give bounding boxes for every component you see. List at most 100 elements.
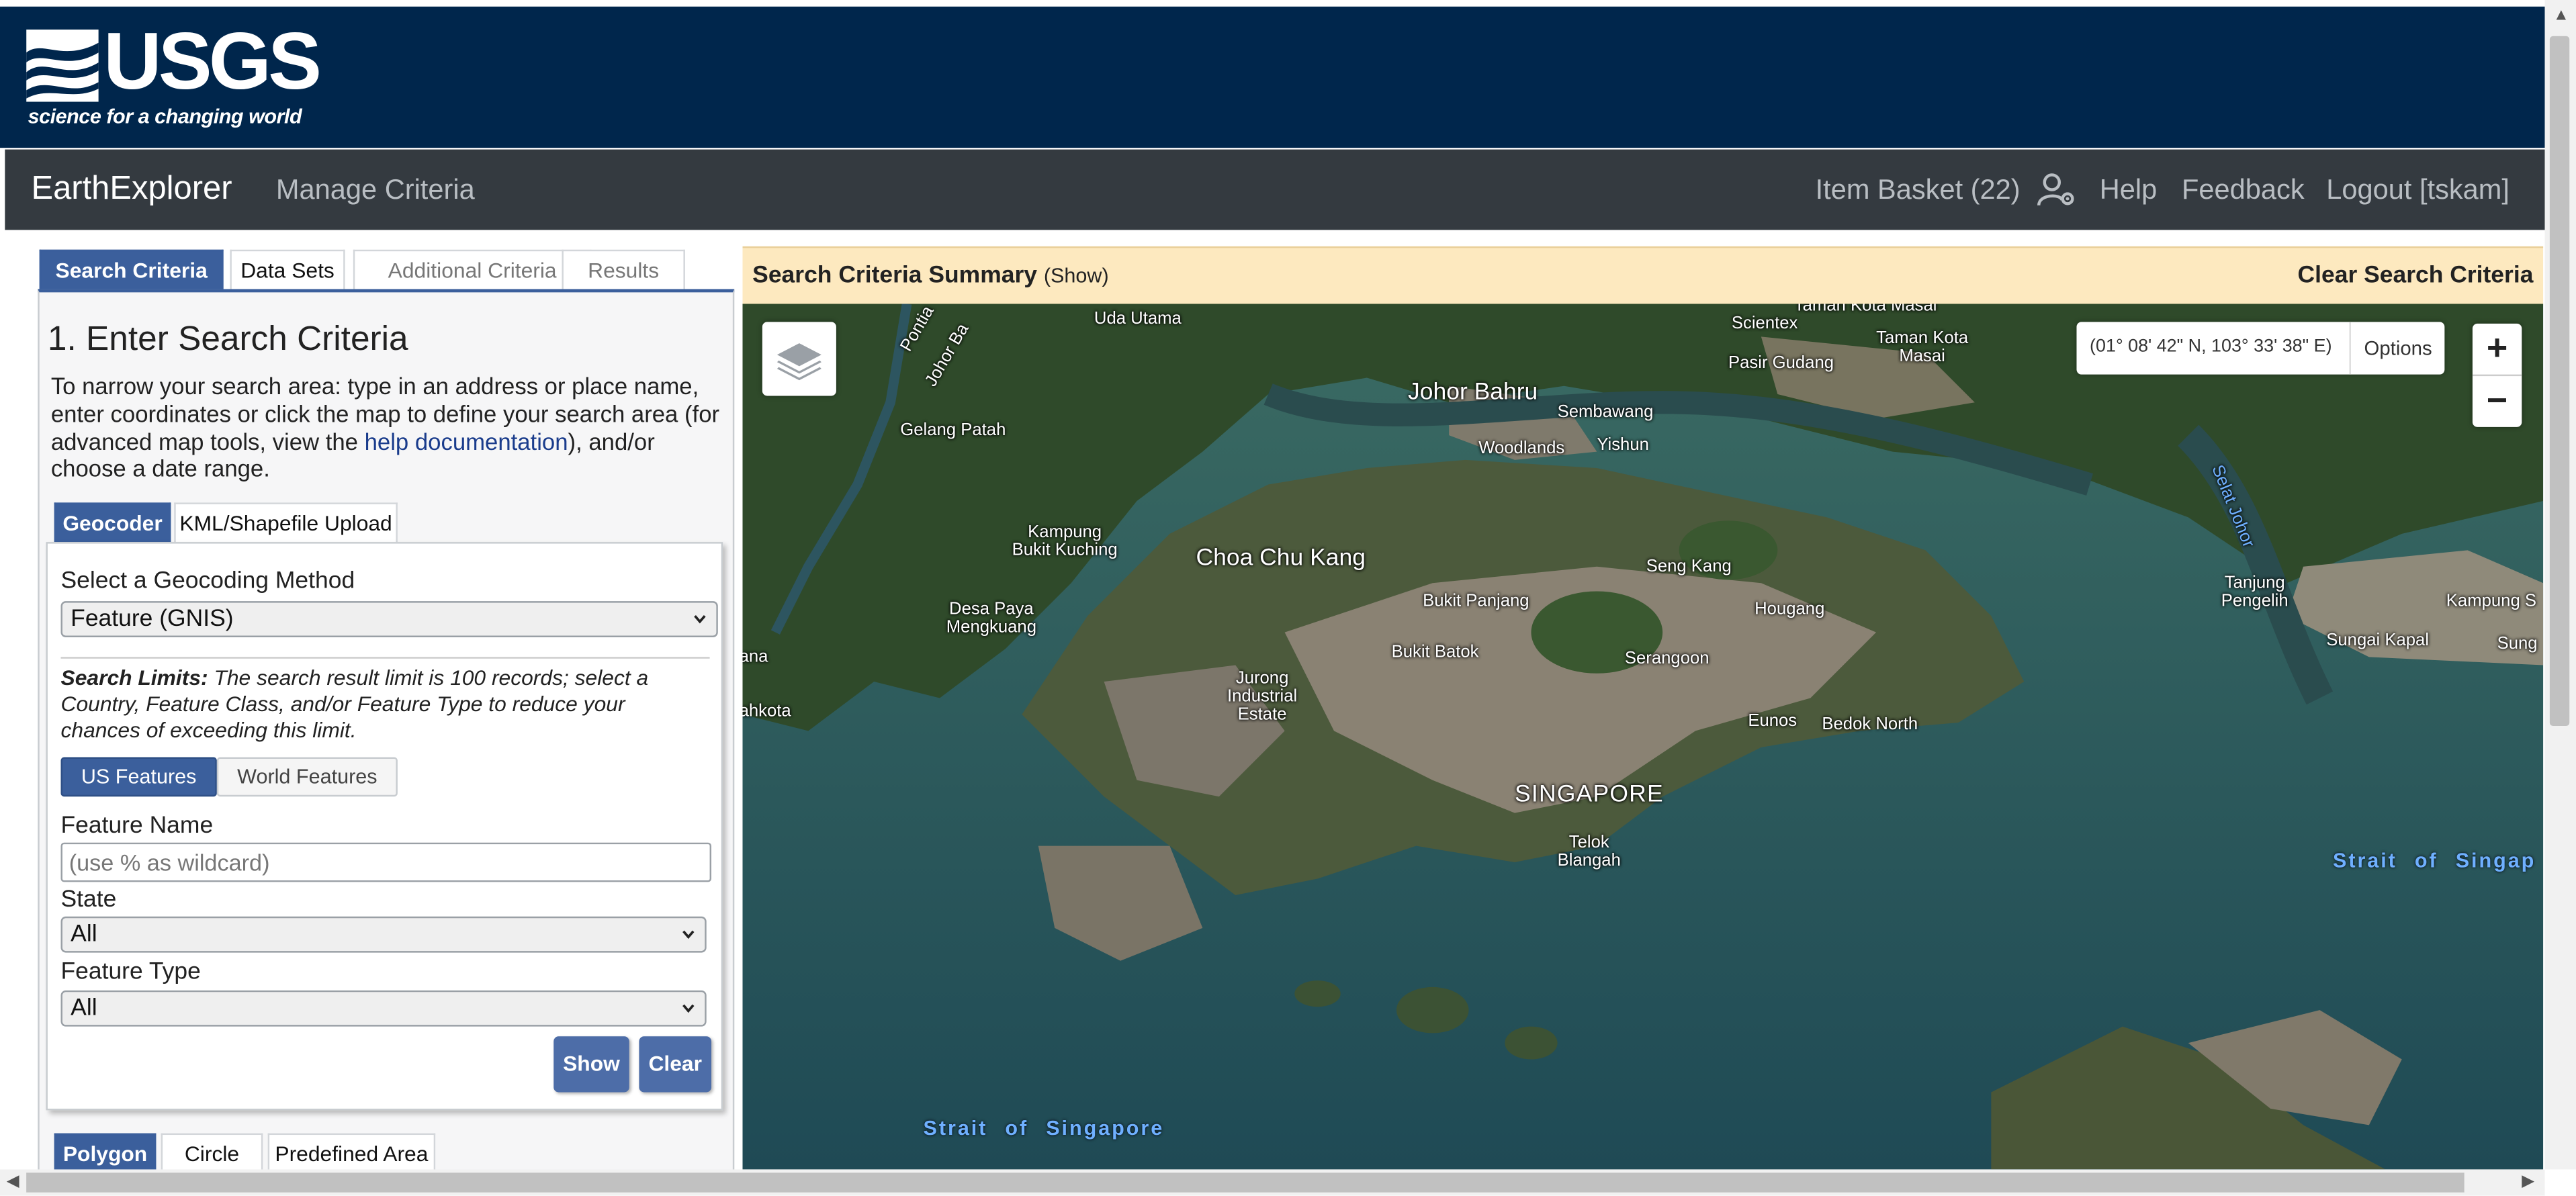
map-label-taman-kota-masai: Taman Kota Masai xyxy=(1876,328,1969,367)
feature-type-select[interactable]: All xyxy=(60,990,707,1027)
map-label-scientex: Scientex xyxy=(1731,314,1798,334)
map-label-strait-of-singapore-south: Strait of Singapore xyxy=(923,1117,1165,1140)
help-documentation-link[interactable]: help documentation xyxy=(365,430,568,456)
tab-search-criteria[interactable]: Search Criteria xyxy=(39,249,224,289)
layers-button[interactable] xyxy=(762,322,836,396)
scroll-right-icon[interactable]: ▶ xyxy=(2522,1172,2534,1191)
map-label-ahkota: ahkota xyxy=(742,701,791,721)
map-label-taman-kota-masai-top: Taman Kota Masai xyxy=(1793,304,1937,316)
tab-data-sets[interactable]: Data Sets xyxy=(230,249,345,289)
tab-predefined-area[interactable]: Predefined Area xyxy=(267,1133,436,1173)
coord-divider xyxy=(2349,322,2351,375)
usgs-tagline: science for a changing world xyxy=(28,105,302,128)
tab-additional-criteria[interactable]: Additional Criteria xyxy=(353,249,592,289)
search-limits-note: Search Limits: The search result limit i… xyxy=(60,665,676,744)
horizontal-scroll-thumb[interactable] xyxy=(26,1172,2464,1193)
feature-name-label: Feature Name xyxy=(60,813,214,839)
panel-heading: 1. Enter Search Criteria xyxy=(47,320,408,359)
map-label-uda-utama: Uda Utama xyxy=(1094,308,1182,329)
map-label-telok-blangah: Telok Blangah xyxy=(1557,833,1621,871)
map-label-singapore: SINGAPORE xyxy=(1515,782,1664,809)
user-gear-icon[interactable] xyxy=(2037,173,2077,209)
usgs-wordmark: USGS xyxy=(103,17,322,107)
map-options-button[interactable]: Options xyxy=(2364,336,2432,359)
panel-intro: To narrow your search area: type in an a… xyxy=(51,375,728,485)
map-label-gelang-patah: Gelang Patah xyxy=(900,420,1006,441)
cursor-coordinates: (01° 08' 42" N, 103° 33' 38" E) xyxy=(2090,336,2332,357)
us-features-button[interactable]: US Features xyxy=(60,757,217,797)
horizontal-scrollbar[interactable]: ◀ ▶ xyxy=(0,1169,2545,1196)
vertical-scrollbar[interactable]: ▲ xyxy=(2544,0,2576,1170)
usgs-wave-icon xyxy=(26,30,99,102)
map-label-eunos: Eunos xyxy=(1748,711,1797,731)
world-features-button[interactable]: World Features xyxy=(216,757,398,797)
feature-name-input[interactable] xyxy=(60,842,712,882)
map-label-pasir-gudang: Pasir Gudang xyxy=(1728,353,1834,373)
geocoding-method-value: Feature (GNIS) xyxy=(71,606,234,633)
app-brand-link[interactable]: EarthExplorer xyxy=(31,171,232,208)
tab-polygon[interactable]: Polygon xyxy=(54,1133,157,1173)
map-view[interactable]: Pontia Johor Ba Uda Utama Taman Kota Mas… xyxy=(742,304,2544,1170)
geocoding-method-label: Select a Geocoding Method xyxy=(60,568,355,595)
divider xyxy=(60,657,710,659)
summary-title: Search Criteria Summary (Show) xyxy=(752,263,1109,289)
feature-type-label: Feature Type xyxy=(60,959,201,986)
usgs-banner: USGS science for a changing world xyxy=(0,6,2545,148)
layers-icon xyxy=(776,343,821,381)
search-criteria-panel: 1. Enter Search Criteria To narrow your … xyxy=(38,289,735,1177)
clear-button[interactable]: Clear xyxy=(639,1036,712,1093)
feedback-link[interactable]: Feedback xyxy=(2182,174,2305,207)
map-label-woodlands: Woodlands xyxy=(1478,439,1565,459)
geocoder-panel: Select a Geocoding Method Feature (GNIS)… xyxy=(46,542,723,1111)
map-label-sembawang: Sembawang xyxy=(1557,402,1654,422)
map-label-tanjung-pengelih: Tanjung Pengelih xyxy=(2221,573,2289,611)
tab-circle[interactable]: Circle xyxy=(161,1133,263,1173)
summary-title-text: Search Criteria Summary xyxy=(752,263,1037,289)
map-label-ana: ana xyxy=(743,647,768,667)
zoom-control: + − xyxy=(2472,323,2522,427)
usgs-logo[interactable]: USGS science for a changing world xyxy=(26,18,322,134)
map-label-bedok-north: Bedok North xyxy=(1822,714,1918,735)
geocoding-method-select[interactable]: Feature (GNIS) xyxy=(60,601,718,637)
state-value: All xyxy=(71,921,97,948)
manage-criteria-link[interactable]: Manage Criteria xyxy=(276,174,475,207)
chevron-down-icon xyxy=(682,930,695,939)
zoom-in-button[interactable]: + xyxy=(2473,324,2522,375)
map-label-bukit-batok: Bukit Batok xyxy=(1391,642,1479,662)
map-label-johor-bahru: Johor Bahru xyxy=(1408,379,1538,406)
summary-show-link[interactable]: (Show) xyxy=(1044,265,1109,287)
chevron-down-icon xyxy=(682,1004,695,1013)
logout-link[interactable]: Logout [tskam] xyxy=(2326,174,2510,207)
state-select[interactable]: All xyxy=(60,916,707,953)
map-label-desa-paya-mengkuang: Desa Paya Mengkuang xyxy=(946,599,1036,637)
map-label-serangoon: Serangoon xyxy=(1624,649,1709,669)
zoom-out-button[interactable]: − xyxy=(2473,376,2522,427)
feature-type-value: All xyxy=(71,995,97,1022)
screen: USGS science for a changing world EarthE… xyxy=(0,0,2576,1196)
clear-search-criteria-link[interactable]: Clear Search Criteria xyxy=(2298,263,2534,289)
main-navbar: EarthExplorer Manage Criteria Item Baske… xyxy=(5,149,2545,230)
show-button[interactable]: Show xyxy=(553,1036,629,1093)
map-label-strait-of-singapore-east: Strait of Singap xyxy=(2333,849,2536,872)
map-label-sungai-kapal: Sungai Kapal xyxy=(2326,631,2430,651)
help-link[interactable]: Help xyxy=(2100,174,2158,207)
item-basket-link[interactable]: Item Basket (22) xyxy=(1816,174,2020,207)
scroll-left-icon[interactable]: ◀ xyxy=(7,1172,19,1191)
coordinate-readout: (01° 08' 42" N, 103° 33' 38" E) Options xyxy=(2076,322,2445,375)
search-criteria-summary: Search Criteria Summary (Show) Clear Sea… xyxy=(742,246,2544,306)
search-limits-bold: Search Limits: xyxy=(60,665,208,690)
tab-kml-upload[interactable]: KML/Shapefile Upload xyxy=(174,502,398,543)
tab-results[interactable]: Results xyxy=(562,249,685,289)
scroll-up-icon[interactable]: ▲ xyxy=(2553,7,2569,25)
tab-geocoder[interactable]: Geocoder xyxy=(54,502,171,543)
map-label-jurong-industrial-estate: Jurong Industrial Estate xyxy=(1227,668,1298,725)
chevron-down-icon xyxy=(694,614,706,624)
vertical-scroll-thumb[interactable] xyxy=(2549,36,2570,727)
map-label-hougang: Hougang xyxy=(1755,599,1825,620)
map-label-choa-chu-kang: Choa Chu Kang xyxy=(1196,545,1366,572)
map-label-bukit-panjang: Bukit Panjang xyxy=(1423,591,1529,611)
satellite-imagery xyxy=(742,304,2544,1170)
map-label-seng-kang: Seng Kang xyxy=(1646,557,1732,577)
state-label: State xyxy=(60,886,117,913)
map-label-kampung-s: Kampung S xyxy=(2446,591,2537,611)
